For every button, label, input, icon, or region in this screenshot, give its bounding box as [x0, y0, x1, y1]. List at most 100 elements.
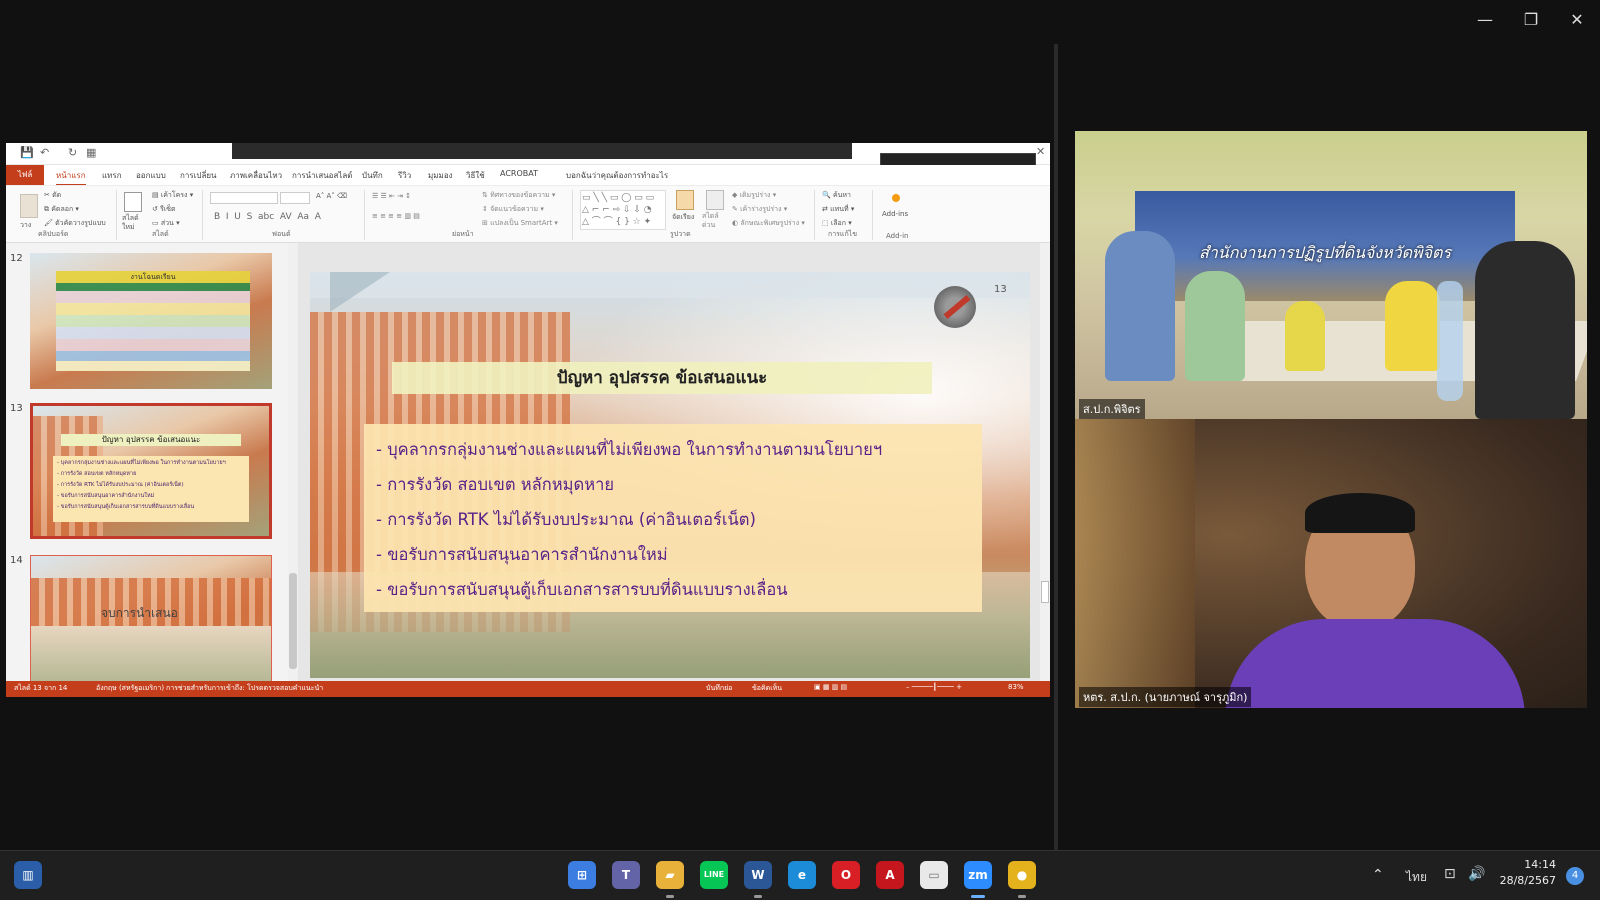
shapes-gallery[interactable]: ▭ ╲ ╲ ▭ ◯ ▭ ▭ △ ⌐ ⌐ ⇨ ⇩ ⇩ ◔ △ ⌒ ⌒ { } ☆ ✦	[580, 190, 666, 230]
clipboard-group-label: คลิปบอร์ด	[38, 230, 69, 238]
shape-fill-button[interactable]: ◆ เติมรูปร่าง ▾	[732, 190, 776, 201]
tab-3[interactable]: ออกแบบ	[136, 169, 166, 182]
tab-0[interactable]: ไฟล์	[6, 165, 44, 185]
shape-outline-button[interactable]: ✎ เค้าร่างรูปร่าง ▾	[732, 204, 787, 215]
tab-7[interactable]: บันทึก	[362, 169, 383, 182]
tab-1[interactable]: หน้าแรก	[56, 169, 86, 186]
slide-thumbnail-pane: 12 งานโฉนดเรียน 13 ปัญหา อุปสรรค ข้อเสนอ…	[6, 243, 296, 681]
bullets-icons[interactable]: ☰ ☰ ⇤ ⇥ ↕	[372, 192, 411, 200]
notification-badge[interactable]: 4	[1566, 867, 1584, 885]
paste-icon[interactable]	[20, 194, 38, 218]
start-button[interactable]: ⊞	[568, 861, 596, 889]
tab-6[interactable]: การนำเสนอสไลด์	[292, 169, 353, 182]
find-button[interactable]: 🔍 ค้นหา	[822, 190, 851, 201]
present-icon[interactable]: ▦	[86, 146, 96, 159]
arrange-icon[interactable]	[676, 190, 694, 210]
zoom-icon[interactable]: zm	[964, 861, 992, 889]
windows-taskbar: ▥ ⊞ T ▰ LINE We O A ▭ zm ● ⌃ ไทย ⊡ 🔊 14:14 28/8/2…	[0, 850, 1600, 900]
tab-5[interactable]: ภาพเคลื่อนไหว	[230, 169, 282, 182]
redo-icon[interactable]: ↻	[68, 146, 77, 159]
close-button[interactable]: ✕	[1565, 8, 1589, 32]
addins-button[interactable]: Add-ins	[882, 210, 908, 218]
zoom-level[interactable]: 83%	[1008, 683, 1024, 691]
font-size-box[interactable]	[280, 192, 310, 204]
save-icon[interactable]: 💾	[20, 146, 34, 159]
chrome-icon[interactable]: ●	[1008, 861, 1036, 889]
language-indicator[interactable]: อังกฤษ (สหรัฐอเมริกา)	[96, 683, 164, 694]
edge-icon[interactable]: e	[788, 861, 816, 889]
view-buttons[interactable]: ▣ ▦ ▥ ▤	[814, 683, 847, 691]
replace-button[interactable]: ⇄ แทนที่ ▾	[822, 204, 854, 215]
split-divider[interactable]	[1054, 44, 1058, 850]
clock[interactable]: 14:14 28/8/2567	[1488, 857, 1556, 889]
clock-time: 14:14	[1524, 858, 1556, 871]
format-painter-button[interactable]: 🖌 ตัวคัดวางรูปแบบ	[44, 218, 106, 229]
line-icon[interactable]: LINE	[700, 861, 728, 889]
notepad-icon[interactable]: ▭	[920, 861, 948, 889]
quick-styles-icon[interactable]	[706, 190, 724, 210]
align-text-button[interactable]: ⇕ จัดแนวข้อความ ▾	[482, 204, 544, 215]
slide-thumbnail-12[interactable]: งานโฉนดเรียน	[30, 253, 272, 389]
tab-4[interactable]: การเปลี่ยน	[180, 169, 217, 182]
input-language[interactable]: ไทย	[1406, 868, 1427, 887]
participant-name-label: หตร. ส.ป.ก. (นายภาษณ์ จารุภูมิก)	[1079, 687, 1252, 707]
font-name-box[interactable]	[210, 192, 278, 204]
network-icon[interactable]: ⊡	[1444, 866, 1456, 882]
speaker-face	[1305, 493, 1415, 629]
title-bar	[232, 143, 852, 159]
current-slide[interactable]: 13 ปัญหา อุปสรรค ข้อเสนอแนะ - บุคลากรกลุ…	[310, 272, 1030, 678]
shape-effects-button[interactable]: ◐ ลักษณะพิเศษรูปร่าง ▾	[732, 218, 805, 229]
tab-8[interactable]: รีวิว	[398, 169, 411, 182]
video-tile-speaker[interactable]: หตร. ส.ป.ก. (นายภาษณ์ จารุภูมิก)	[1075, 419, 1587, 708]
grow-font-icon[interactable]: A˄ A˅ ⌫	[316, 192, 347, 200]
quick-styles-button[interactable]: สไตล์ด่วน	[702, 212, 728, 230]
notes-button[interactable]: บันทึกย่อ	[706, 683, 732, 694]
scroll-thumb[interactable]	[1041, 581, 1049, 603]
section-button[interactable]: ▭ ส่วน ▾	[152, 218, 180, 229]
new-slide-button[interactable]: สไลด์ใหม่	[122, 214, 148, 232]
arrange-button[interactable]: จัดเรียง	[672, 212, 694, 223]
smartart-button[interactable]: ⊞ แปลงเป็น SmartArt ▾	[482, 218, 558, 229]
addins-icon[interactable]	[892, 194, 900, 202]
comments-button[interactable]: ข้อคิดเห็น	[752, 683, 782, 694]
tab-11[interactable]: ACROBAT	[500, 169, 538, 178]
slide-count: สไลด์ 13 จาก 14	[14, 684, 68, 692]
align-icons[interactable]: ≡ ≡ ≡ ≡ ▥ ▤	[372, 212, 420, 220]
tab-2[interactable]: แทรก	[102, 169, 122, 182]
font-format-icons[interactable]: B I U S abc AV Aa A	[214, 212, 321, 222]
copy-button[interactable]: ⧉ คัดลอก ▾	[44, 204, 79, 215]
ppt-close-icon[interactable]: ✕	[1036, 145, 1045, 158]
volume-icon[interactable]: 🔊	[1468, 866, 1485, 882]
select-button[interactable]: ⬚ เลือก ▾	[822, 218, 852, 229]
new-slide-icon[interactable]	[124, 192, 142, 212]
teams-icon[interactable]: T	[612, 861, 640, 889]
thumbnail-scrollbar[interactable]	[288, 243, 298, 681]
opera-icon[interactable]: O	[832, 861, 860, 889]
slide-thumbnail-13[interactable]: ปัญหา อุปสรรค ข้อเสนอแนะ - บุคลากรกลุ่มง…	[30, 403, 272, 539]
layout-button[interactable]: ▤ เค้าโครง ▾	[152, 190, 193, 201]
editor-scrollbar[interactable]	[1040, 243, 1050, 681]
slides-group-label: สไลด์	[152, 230, 169, 238]
video-tile-room[interactable]: สำนักงานการปฏิรูปที่ดินจังหวัดพิจิตร ส.ป…	[1075, 131, 1587, 419]
chevron-up-icon[interactable]: ⌃	[1372, 867, 1384, 883]
widgets-icon[interactable]: ▥	[14, 861, 42, 889]
word-icon[interactable]: W	[744, 861, 772, 889]
paste-button[interactable]: วาง	[20, 220, 31, 231]
zoom-slider[interactable]: – ─────┃──── +	[906, 683, 962, 691]
reset-button[interactable]: ↺ รีเซ็ต	[152, 204, 176, 215]
tab-9[interactable]: มุมมอง	[428, 169, 453, 182]
cut-button[interactable]: ✂ ตัด	[44, 190, 61, 201]
slide-thumbnail-14[interactable]: จบการนำเสนอ	[30, 555, 272, 681]
slide-bullet: - ขอรับการสนับสนุนตู้เก็บเอกสารสารบบที่ด…	[376, 580, 788, 599]
accessibility-status[interactable]: การช่วยสำหรับการเข้าถึง: โปรดตรวจสอบคำแน…	[166, 683, 323, 694]
tab-10[interactable]: วิธีใช้	[466, 169, 485, 182]
undo-icon[interactable]: ↶	[40, 146, 49, 159]
tab-12[interactable]: บอกฉันว่าคุณต้องการทำอะไร	[566, 169, 668, 182]
text-direction-button[interactable]: ⇅ ทิศทางของข้อความ ▾	[482, 190, 555, 201]
restore-button[interactable]: ❐	[1519, 8, 1543, 32]
video-gallery: สำนักงานการปฏิรูปที่ดินจังหวัดพิจิตร ส.ป…	[1075, 131, 1587, 708]
scroll-thumb[interactable]	[289, 573, 297, 669]
minimize-button[interactable]: —	[1473, 8, 1497, 32]
file-explorer-icon[interactable]: ▰	[656, 861, 684, 889]
acrobat-icon[interactable]: A	[876, 861, 904, 889]
